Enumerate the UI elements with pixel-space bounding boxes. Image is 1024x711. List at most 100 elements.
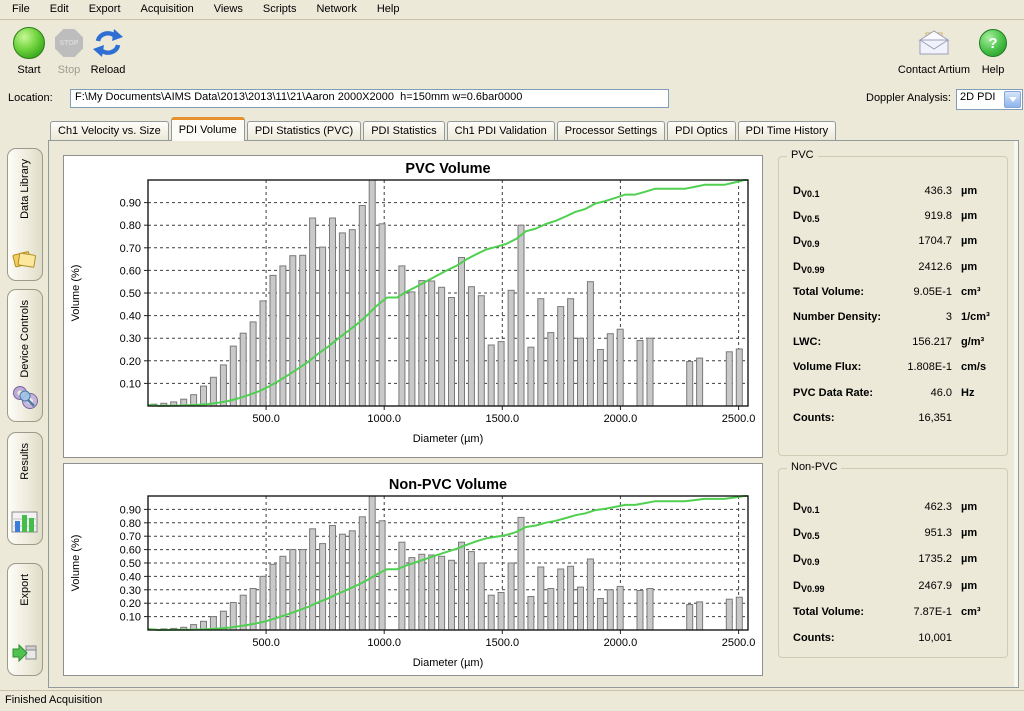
pvc-panel-title: PVC: [787, 149, 818, 161]
svg-text:0.60: 0.60: [120, 265, 141, 277]
non-pvc-panel-title: Non-PVC: [787, 461, 841, 473]
svg-text:Non-PVC Volume: Non-PVC Volume: [389, 477, 507, 493]
reload-button[interactable]: Reload: [86, 24, 130, 76]
start-button[interactable]: Start: [8, 24, 50, 76]
stat-row-volume-flux: Volume Flux: 1.808E-1 cm/s: [793, 361, 997, 375]
svg-text:0.50: 0.50: [120, 558, 141, 570]
help-icon: ?: [979, 29, 1007, 57]
svg-text:2000.0: 2000.0: [604, 413, 638, 425]
stat-row-dv099: DV0.99 2412.6 µm: [793, 261, 997, 275]
stat-row-counts: Counts: 10,001: [793, 632, 997, 646]
menu-item-help[interactable]: Help: [367, 1, 410, 18]
svg-text:0.70: 0.70: [120, 243, 141, 255]
folders-icon: [11, 246, 39, 273]
tab-pdi-optics[interactable]: PDI Optics: [667, 121, 736, 140]
start-icon: [13, 27, 45, 59]
svg-text:0.30: 0.30: [120, 333, 141, 345]
svg-text:1500.0: 1500.0: [485, 637, 519, 649]
svg-text:Volume (%): Volume (%): [70, 535, 82, 592]
stat-row-total-volume: Total Volume: 9.05E-1 cm³: [793, 286, 997, 300]
stat-row-dv05: DV0.5 951.3 µm: [793, 527, 997, 541]
menu-item-network[interactable]: Network: [306, 1, 366, 18]
reload-button-label: Reload: [86, 64, 130, 76]
location-bar: Location: F:\My Documents\AIMS Data\2013…: [0, 86, 1024, 114]
sidebar-item-export[interactable]: Export: [7, 563, 43, 676]
chevron-down-icon: [1009, 97, 1017, 102]
menu-item-edit[interactable]: Edit: [40, 1, 79, 18]
tab-pdi-time-history[interactable]: PDI Time History: [738, 121, 837, 140]
aims-application-window: File Edit Export Acquisition Views Scrip…: [0, 0, 1024, 711]
bar-chart-icon: [11, 510, 39, 537]
svg-text:Diameter (µm): Diameter (µm): [413, 433, 484, 445]
tab-ch1-pdi-validation[interactable]: Ch1 PDI Validation: [447, 121, 555, 140]
menu-item-file[interactable]: File: [2, 1, 40, 18]
svg-text:0.80: 0.80: [120, 220, 141, 232]
svg-text:0.50: 0.50: [120, 288, 141, 300]
help-button[interactable]: ? Help: [972, 24, 1014, 76]
menu-bar: File Edit Export Acquisition Views Scrip…: [0, 0, 1024, 20]
non-pvc-stats-panel: Non-PVC DV0.1 462.3 µm DV0.5 951.3 µm DV…: [778, 468, 1008, 658]
svg-text:PVC Volume: PVC Volume: [405, 161, 490, 177]
svg-text:2000.0: 2000.0: [604, 637, 638, 649]
doppler-analysis-value: 2D PDI: [960, 91, 995, 103]
tab-strip: Ch1 Velocity vs. Size PDI Volume PDI Sta…: [50, 118, 838, 140]
svg-text:1000.0: 1000.0: [367, 637, 401, 649]
gears-icon: [11, 383, 39, 414]
stat-row-dv01: DV0.1 462.3 µm: [793, 501, 997, 515]
svg-text:0.70: 0.70: [120, 531, 141, 543]
stop-icon: STOP: [55, 29, 83, 57]
contact-artium-label: Contact Artium: [888, 64, 980, 76]
pvc-volume-chart: 0.100.200.300.400.500.600.700.800.90500.…: [63, 155, 763, 458]
menu-item-views[interactable]: Views: [204, 1, 253, 18]
svg-text:2500.0: 2500.0: [722, 637, 756, 649]
svg-text:1000.0: 1000.0: [367, 413, 401, 425]
sidebar-item-results[interactable]: Results: [7, 432, 43, 545]
export-arrow-icon: [11, 641, 39, 668]
svg-text:0.20: 0.20: [120, 356, 141, 368]
svg-text:0.40: 0.40: [120, 571, 141, 583]
doppler-analysis-label: Doppler Analysis:: [866, 92, 951, 104]
stat-row-counts: Counts: 16,351: [793, 412, 997, 426]
tab-processor-settings[interactable]: Processor Settings: [557, 121, 665, 140]
envelope-icon: [888, 24, 980, 62]
stat-row-dv09: DV0.9 1704.7 µm: [793, 235, 997, 249]
location-input[interactable]: F:\My Documents\AIMS Data\2013\2013\11\2…: [70, 89, 669, 108]
menu-item-acquisition[interactable]: Acquisition: [131, 1, 204, 18]
stat-row-lwc: LWC: 156.217 g/m³: [793, 336, 997, 350]
tab-pdi-volume[interactable]: PDI Volume: [171, 117, 245, 141]
tab-pdi-statistics[interactable]: PDI Statistics: [363, 121, 444, 140]
stop-button[interactable]: STOP Stop: [50, 24, 88, 76]
stat-row-pvc-data-rate: PVC Data Rate: 46.0 Hz: [793, 387, 997, 401]
doppler-analysis-dropdown[interactable]: 2D PDI: [956, 89, 1023, 110]
svg-text:Diameter (µm): Diameter (µm): [413, 657, 484, 669]
stat-row-dv09: DV0.9 1735.2 µm: [793, 553, 997, 567]
sidebar-item-device-controls[interactable]: Device Controls: [7, 289, 43, 422]
tab-ch1-velocity-vs-size[interactable]: Ch1 Velocity vs. Size: [50, 121, 169, 140]
svg-text:Volume (%): Volume (%): [70, 265, 82, 322]
sidebar-item-data-library[interactable]: Data Library: [7, 148, 43, 281]
svg-text:500.0: 500.0: [252, 637, 280, 649]
tab-pdi-statistics-pvc[interactable]: PDI Statistics (PVC): [247, 121, 361, 140]
menu-item-scripts[interactable]: Scripts: [253, 1, 307, 18]
svg-text:0.40: 0.40: [120, 311, 141, 323]
menu-item-export[interactable]: Export: [79, 1, 131, 18]
stat-row-dv099: DV0.99 2467.9 µm: [793, 580, 997, 594]
svg-text:0.10: 0.10: [120, 612, 141, 624]
location-label: Location:: [8, 92, 53, 104]
results-label: Results: [19, 443, 31, 480]
data-library-label: Data Library: [19, 159, 31, 219]
svg-text:500.0: 500.0: [252, 413, 280, 425]
status-bar: Finished Acquisition: [0, 690, 1024, 711]
contact-artium-button[interactable]: Contact Artium: [888, 24, 980, 76]
stat-row-number-density: Number Density: 3 1/cm³: [793, 311, 997, 325]
svg-text:0.90: 0.90: [120, 504, 141, 516]
svg-text:2500.0: 2500.0: [722, 413, 756, 425]
toolbar: Start STOP Stop Reload: [0, 20, 1024, 84]
dropdown-arrow-button[interactable]: [1004, 91, 1021, 108]
svg-text:0.10: 0.10: [120, 378, 141, 390]
stat-row-total-volume: Total Volume: 7.87E-1 cm³: [793, 606, 997, 620]
reload-icon: [86, 24, 130, 62]
svg-text:0.20: 0.20: [120, 598, 141, 610]
svg-text:0.30: 0.30: [120, 585, 141, 597]
svg-text:0.60: 0.60: [120, 545, 141, 557]
